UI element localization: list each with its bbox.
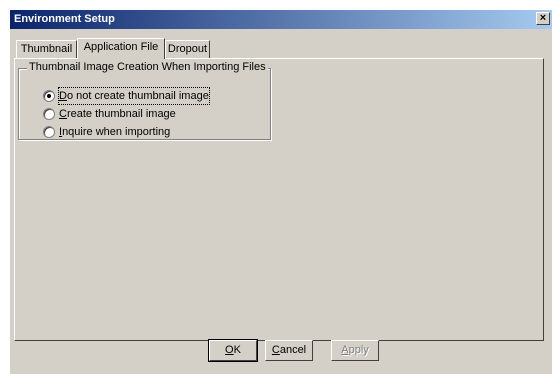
radio-label: Do not create thumbnail image — [58, 87, 210, 105]
radio-label: Inquire when importing — [59, 126, 171, 138]
close-button[interactable]: × — [536, 12, 550, 25]
apply-button[interactable]: Apply — [331, 340, 379, 361]
tab-application-file[interactable]: Application File — [77, 38, 165, 59]
close-icon: × — [539, 12, 547, 24]
ok-button[interactable]: OK — [208, 339, 258, 362]
tab-thumbnail[interactable]: Thumbnail — [16, 40, 77, 58]
tab-label: Dropout — [167, 43, 208, 55]
groupbox-label: Thumbnail Image Creation When Importing … — [27, 60, 268, 74]
cancel-button[interactable]: Cancel — [265, 340, 313, 361]
tab-dropout[interactable]: Dropout — [165, 40, 210, 58]
title-bar[interactable]: Environment Setup × — [10, 10, 552, 29]
radio-selected-dot — [47, 94, 51, 98]
tab-label: Thumbnail — [20, 43, 73, 55]
radio-button[interactable] — [43, 90, 55, 102]
tab-label: Application File — [83, 41, 159, 53]
window-title: Environment Setup — [14, 13, 115, 25]
radio-label: Create thumbnail image — [59, 108, 176, 120]
radio-button[interactable] — [43, 108, 55, 120]
radio-button[interactable] — [43, 126, 55, 138]
